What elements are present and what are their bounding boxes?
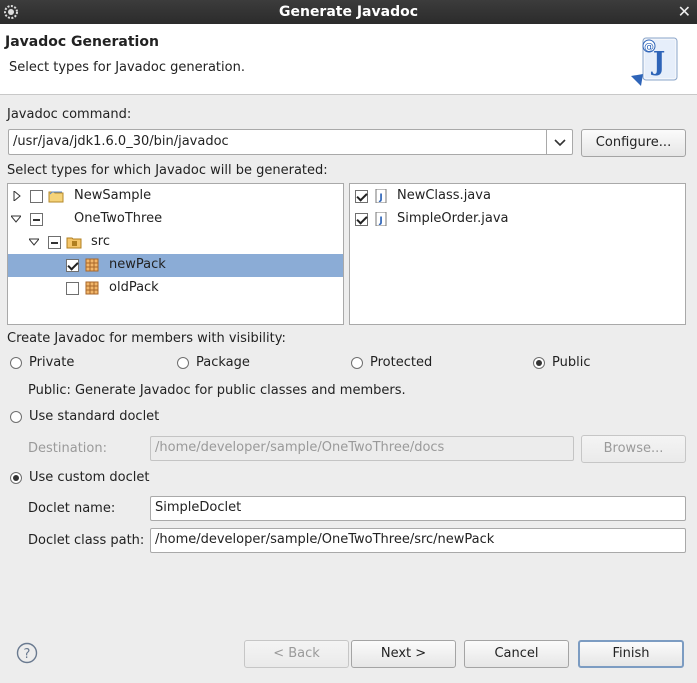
destination-label: Destination: <box>28 441 107 456</box>
newpack-checkbox[interactable] <box>66 259 79 272</box>
tree-item-label: oldPack <box>109 280 159 295</box>
public-radio-circle[interactable] <box>533 357 545 369</box>
browse-button[interactable]: Browse... <box>581 435 686 463</box>
type-list[interactable]: J NewClass.java J SimpleOrder.java <box>349 183 686 325</box>
radio-standard-doclet[interactable]: Use standard doclet <box>10 409 210 428</box>
project-tree[interactable]: NewSample OneTwoThree src newPack oldPac… <box>7 183 344 325</box>
svg-text:J: J <box>378 216 382 226</box>
java-file-icon: J <box>375 212 387 226</box>
radio-label: Private <box>29 355 75 370</box>
newclass-checkbox[interactable] <box>355 190 368 203</box>
javadoc-command-label: Javadoc command: <box>7 107 132 122</box>
configure-button[interactable]: Configure... <box>581 129 686 157</box>
tree-item-newpack[interactable]: newPack <box>8 254 343 277</box>
destination-value: /home/developer/sample/OneTwoThree/docs <box>155 440 445 455</box>
chevron-down-icon[interactable] <box>546 130 572 154</box>
cancel-button[interactable]: Cancel <box>464 640 569 668</box>
private-radio-circle[interactable] <box>10 357 22 369</box>
list-item-newclass[interactable]: J NewClass.java <box>350 185 685 208</box>
tree-item-newsample[interactable]: NewSample <box>8 185 343 208</box>
doclet-name-value: SimpleDoclet <box>155 500 242 515</box>
project-icon <box>48 191 64 203</box>
oldpack-checkbox[interactable] <box>66 282 79 295</box>
chevron-down-icon[interactable] <box>11 214 21 224</box>
chevron-down-icon[interactable] <box>29 237 39 247</box>
radio-label: Use standard doclet <box>29 409 160 424</box>
radio-custom-doclet[interactable]: Use custom doclet <box>10 470 210 489</box>
page-subtitle: Select types for Javadoc generation. <box>9 60 245 75</box>
window-title: Generate Javadoc <box>278 4 419 20</box>
radio-label: Package <box>196 355 250 370</box>
simpleorder-checkbox[interactable] <box>355 213 368 226</box>
tree-item-label: NewSample <box>74 188 152 203</box>
page-title: Javadoc Generation <box>5 34 159 50</box>
back-button[interactable]: < Back <box>244 640 349 668</box>
newsample-checkbox[interactable] <box>30 190 43 203</box>
tree-item-src[interactable]: src <box>8 231 343 254</box>
wizard-header: Javadoc Generation Select types for Java… <box>0 24 697 95</box>
javadoc-wizard-icon: J @ <box>631 37 678 86</box>
svg-text:@: @ <box>644 42 654 53</box>
protected-radio-circle[interactable] <box>351 357 363 369</box>
doclet-classpath-label: Doclet class path: <box>28 533 145 548</box>
list-item-label: NewClass.java <box>397 188 491 203</box>
list-item-simpleorder[interactable]: J SimpleOrder.java <box>350 208 685 231</box>
visibility-label: Create Javadoc for members with visibili… <box>7 331 286 346</box>
javadoc-command-combo[interactable]: /usr/java/jdk1.6.0_30/bin/javadoc <box>8 129 573 155</box>
destination-field[interactable]: /home/developer/sample/OneTwoThree/docs <box>150 436 574 461</box>
close-icon[interactable]: ✕ <box>678 2 691 21</box>
doclet-name-field[interactable]: SimpleDoclet <box>150 496 686 521</box>
doclet-classpath-field[interactable]: /home/developer/sample/OneTwoThree/src/n… <box>150 528 686 553</box>
title-bar: Generate Javadoc ✕ <box>0 0 697 24</box>
java-file-icon: J <box>375 189 387 203</box>
tree-item-onetwothree[interactable]: OneTwoThree <box>8 208 343 231</box>
radio-label: Protected <box>370 355 433 370</box>
help-icon[interactable]: ? <box>16 642 38 664</box>
chevron-right-icon[interactable] <box>12 191 22 201</box>
radio-private[interactable]: Private <box>10 355 100 374</box>
package-radio-circle[interactable] <box>177 357 189 369</box>
src-checkbox[interactable] <box>48 236 61 249</box>
svg-text:J: J <box>378 193 382 203</box>
finish-button[interactable]: Finish <box>578 640 684 668</box>
package-icon <box>85 258 99 272</box>
svg-text:?: ? <box>24 647 31 662</box>
list-item-label: SimpleOrder.java <box>397 211 509 226</box>
types-label: Select types for which Javadoc will be g… <box>7 163 328 178</box>
onetwothree-checkbox[interactable] <box>30 213 43 226</box>
doclet-classpath-value: /home/developer/sample/OneTwoThree/src/n… <box>155 532 495 547</box>
tree-item-label: src <box>91 234 110 249</box>
source-folder-icon <box>66 237 82 249</box>
tree-item-label: OneTwoThree <box>74 211 163 226</box>
standard-doclet-radio-circle[interactable] <box>10 411 22 423</box>
radio-public[interactable]: Public <box>533 355 613 374</box>
javadoc-command-value[interactable]: /usr/java/jdk1.6.0_30/bin/javadoc <box>13 134 229 149</box>
package-icon <box>85 281 99 295</box>
doclet-name-label: Doclet name: <box>28 501 116 516</box>
tree-item-label: newPack <box>109 257 166 272</box>
radio-label: Use custom doclet <box>29 470 150 485</box>
radio-protected[interactable]: Protected <box>351 355 451 374</box>
radio-package[interactable]: Package <box>177 355 267 374</box>
tree-item-oldpack[interactable]: oldPack <box>8 277 343 300</box>
radio-label: Public <box>552 355 591 370</box>
next-button[interactable]: Next > <box>351 640 456 668</box>
custom-doclet-radio-circle[interactable] <box>10 472 22 484</box>
visibility-description: Public: Generate Javadoc for public clas… <box>28 383 406 398</box>
